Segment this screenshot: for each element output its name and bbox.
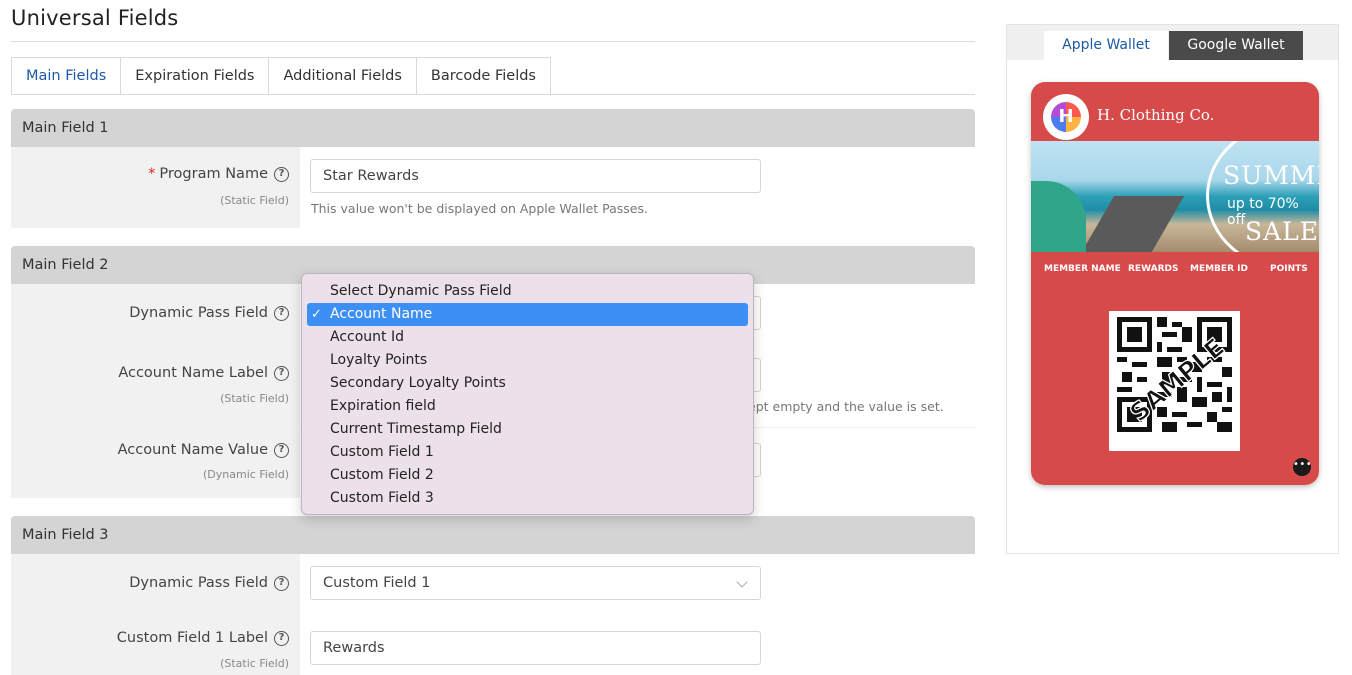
dynamic-pass-field-label-text: Dynamic Pass Field: [129, 305, 268, 321]
account-name-value-label: Account Name Value ?: [118, 442, 289, 458]
required-marker: *: [148, 166, 156, 182]
banner-text-bottom: SALE: [1245, 217, 1319, 246]
banner-car: [1031, 181, 1086, 252]
tab-expiration-fields[interactable]: Expiration Fields: [120, 57, 270, 94]
qr-code: SAMPLE: [1109, 311, 1240, 451]
help-icon[interactable]: ?: [274, 305, 289, 321]
dropdown-option[interactable]: Select Dynamic Pass Field: [307, 280, 748, 303]
help-icon[interactable]: ?: [274, 365, 289, 381]
dynamic-pass-field-3-label-text: Dynamic Pass Field: [129, 575, 268, 591]
main-field-1-heading: Main Field 1: [11, 109, 975, 147]
dropdown-option[interactable]: Secondary Loyalty Points: [307, 372, 748, 395]
program-name-sublabel: (Static Field): [220, 194, 289, 207]
qr-code-icon: SAMPLE: [1117, 317, 1232, 432]
field-points: POINTS: [1270, 264, 1308, 274]
tab-main-fields[interactable]: Main Fields: [11, 57, 122, 94]
page-title: Universal Fields: [11, 6, 179, 30]
help-icon[interactable]: ?: [274, 442, 289, 458]
banner-text-top: SUMMER: [1223, 161, 1319, 190]
main-field-3-body: Dynamic Pass Field ? Custom Field 1 Labe…: [11, 554, 975, 675]
field-tabs: Main Fields Expiration Fields Additional…: [11, 57, 551, 94]
field-rewards: REWARDS: [1128, 264, 1179, 274]
wallet-pass-card: H H. Clothing Co. SUMMER up to 70% off S…: [1031, 82, 1319, 485]
dropdown-option[interactable]: Expiration field: [307, 395, 748, 418]
dropdown-option[interactable]: Custom Field 1: [307, 441, 748, 464]
custom-field-label-text: Custom Field 1 Label: [116, 630, 268, 646]
logo-letter: H: [1058, 106, 1074, 127]
field-member-id: MEMBER ID: [1190, 264, 1248, 274]
help-icon[interactable]: ?: [274, 630, 289, 646]
account-name-label-help: ept empty and the value is set.: [748, 399, 944, 414]
account-name-value-label-text: Account Name Value: [117, 442, 268, 458]
preview-tabs: Apple Wallet Google Wallet: [1007, 25, 1338, 60]
dropdown-option[interactable]: Loyalty Points: [307, 349, 748, 372]
dynamic-pass-field-3-label: Dynamic Pass Field ?: [129, 575, 289, 591]
field-member-name: MEMBER NAME: [1044, 264, 1121, 274]
dropdown-option[interactable]: Account Id: [307, 326, 748, 349]
label-column: Dynamic Pass Field ? Custom Field 1 Labe…: [11, 554, 300, 675]
help-icon[interactable]: ?: [274, 166, 289, 182]
custom-field-label-label: Custom Field 1 Label ?: [117, 630, 289, 646]
help-icon[interactable]: ?: [274, 575, 289, 591]
banner-image: SUMMER up to 70% off SALE: [1031, 141, 1319, 252]
custom-field-label-input[interactable]: Rewards: [310, 631, 761, 665]
program-name-label-text: Program Name: [159, 166, 268, 182]
account-name-label-text: Account Name Label: [118, 365, 268, 381]
tab-google-wallet[interactable]: Google Wallet: [1169, 31, 1303, 60]
program-name-label: * Program Name ?: [148, 166, 289, 182]
dropdown-option-selected[interactable]: Account Name: [307, 303, 748, 326]
title-divider: [11, 41, 975, 42]
tab-apple-wallet[interactable]: Apple Wallet: [1044, 31, 1168, 60]
tab-additional-fields[interactable]: Additional Fields: [268, 57, 417, 94]
account-name-label-sublabel: (Static Field): [220, 392, 289, 405]
tab-barcode-fields[interactable]: Barcode Fields: [415, 57, 551, 94]
brand-logo: H: [1043, 94, 1089, 140]
account-name-label-label: Account Name Label ?: [118, 365, 289, 381]
label-column: Dynamic Pass Field ? Account Name Label …: [11, 284, 300, 498]
more-options-icon[interactable]: •••: [1293, 458, 1312, 476]
program-name-input[interactable]: Star Rewards: [310, 159, 761, 193]
brand-name: H. Clothing Co.: [1097, 106, 1215, 124]
dynamic-pass-field-label: Dynamic Pass Field ?: [129, 305, 289, 321]
main-field-1-body: * Program Name ? (Static Field) Star Rewa…: [11, 147, 975, 228]
dropdown-option[interactable]: Custom Field 3: [307, 487, 748, 510]
tabs-divider: [11, 94, 975, 95]
account-name-value-sublabel: (Dynamic Field): [203, 468, 289, 481]
dynamic-pass-field-3-select[interactable]: Custom Field 1: [310, 566, 761, 600]
dynamic-pass-field-dropdown[interactable]: Select Dynamic Pass Field Account Name A…: [301, 273, 754, 515]
dropdown-option[interactable]: Custom Field 2: [307, 464, 748, 487]
custom-field-label-sublabel: (Static Field): [220, 657, 289, 670]
label-column: * Program Name ? (Static Field): [11, 147, 300, 228]
dropdown-option[interactable]: Current Timestamp Field: [307, 418, 748, 441]
main-field-3-heading: Main Field 3: [11, 516, 975, 554]
program-name-help: This value won't be displayed on Apple W…: [311, 201, 648, 216]
